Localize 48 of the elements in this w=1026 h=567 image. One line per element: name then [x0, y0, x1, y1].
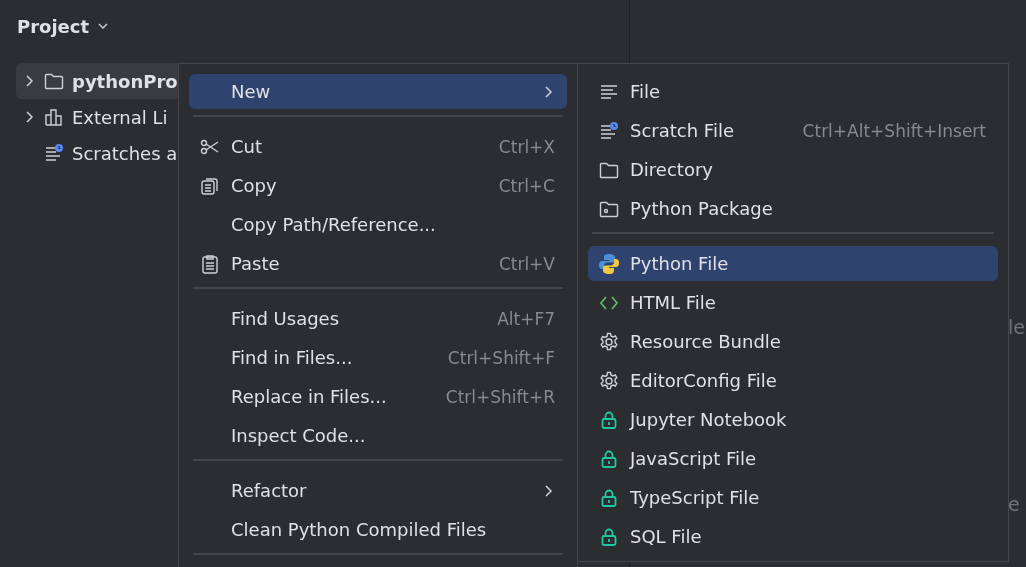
folder-icon — [44, 71, 64, 91]
menu-item[interactable]: TypeScript File — [588, 480, 998, 515]
editor-hint-text: e — [1008, 493, 1020, 515]
shortcut-text: Ctrl+Shift+R — [445, 386, 555, 407]
lock-icon — [599, 487, 619, 508]
scratch-file-icon — [44, 143, 64, 163]
tree-item-label: Scratches a — [72, 142, 178, 164]
menu-item[interactable]: Replace in Files... Ctrl+Shift+R — [189, 379, 567, 414]
scratch-file-icon — [599, 120, 619, 141]
shortcut-text: Ctrl+C — [498, 175, 555, 196]
python-icon — [598, 252, 620, 275]
lock-icon — [599, 448, 619, 469]
clipboard-icon — [200, 253, 220, 274]
menu-item[interactable]: EditorConfig File — [588, 363, 998, 398]
shortcut-text: Alt+F7 — [497, 308, 555, 329]
copy-icon — [200, 175, 220, 196]
menu-item[interactable]: Clean Python Compiled Files — [189, 512, 567, 547]
menu-item[interactable]: Find in Files... Ctrl+Shift+F — [189, 340, 567, 375]
menu-item[interactable]: Copy Path/Reference... — [189, 207, 567, 242]
panel-title: Project — [17, 15, 90, 37]
gear-icon — [599, 370, 619, 391]
editor-hint-text: le — [1008, 316, 1025, 338]
menu-item[interactable]: Jupyter Notebook — [588, 402, 998, 437]
menu-item[interactable]: JavaScript File — [588, 441, 998, 476]
menu-item[interactable]: Directory — [588, 152, 998, 187]
lock-icon — [599, 409, 619, 430]
menu-item[interactable]: Copy Ctrl+C — [189, 168, 567, 203]
tree-item-label: pythonPro — [72, 70, 178, 92]
menu-item[interactable]: Python File — [588, 246, 998, 281]
shortcut-text: Ctrl+V — [498, 253, 555, 274]
menu-item[interactable]: Scratch File Ctrl+Alt+Shift+Insert — [588, 113, 998, 148]
menu-item[interactable]: Resource Bundle — [588, 324, 998, 359]
library-bars-icon — [44, 107, 64, 127]
menu-item[interactable]: SQL File — [588, 519, 998, 554]
menu-item[interactable]: Python Package — [588, 191, 998, 226]
menu-item[interactable]: Find Usages Alt+F7 — [189, 301, 567, 336]
tree-item-label: External Li — [72, 106, 168, 128]
menu-item[interactable]: HTML File — [588, 285, 998, 320]
lock-icon — [599, 526, 619, 547]
menu-item[interactable]: Paste Ctrl+V — [189, 246, 567, 281]
gear-icon — [599, 331, 619, 352]
shortcut-text: Ctrl+X — [498, 136, 555, 157]
menu-item[interactable]: File — [588, 74, 998, 109]
shortcut-text: Ctrl+Alt+Shift+Insert — [802, 120, 986, 141]
menu-item[interactable]: New — [189, 74, 567, 109]
menu-item[interactable]: Refactor — [189, 473, 567, 508]
shortcut-text: Ctrl+Shift+F — [447, 347, 555, 368]
menu-item[interactable]: Inspect Code... — [189, 418, 567, 453]
